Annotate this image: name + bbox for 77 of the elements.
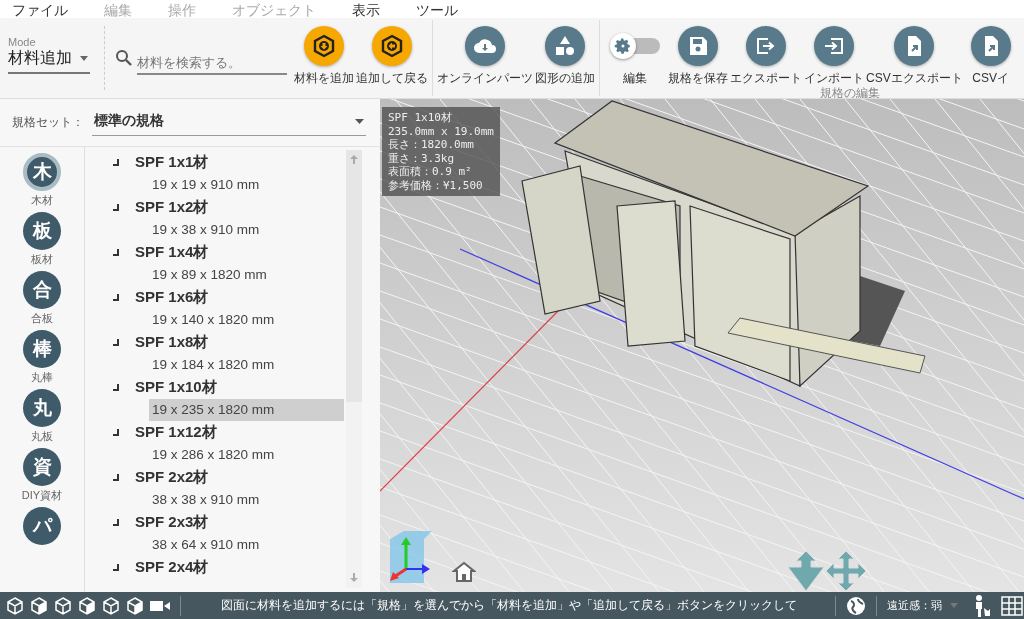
material-name: SPF 1x4材 [135, 243, 209, 262]
camera-icon[interactable] [150, 598, 170, 613]
corner-mark-icon [113, 384, 119, 391]
menu-item[interactable]: 表示 [352, 2, 380, 18]
material-name: SPF 1x12材 [135, 423, 217, 442]
material-size-item[interactable]: 38 x 64 x 910 mm [149, 534, 344, 556]
material-size-item[interactable]: 38 x 38 x 910 mm [149, 489, 344, 511]
info-line: 表面積：0.9 m² [388, 165, 473, 179]
info-line: SPF 1x10材 [388, 111, 453, 125]
corner-mark-icon [113, 159, 119, 166]
category-item[interactable]: パ [23, 507, 61, 545]
spec-set-select[interactable]: 標準の規格 [92, 109, 366, 136]
dropdown-caret-icon [355, 118, 364, 124]
info-line: 長さ：1820.0mm [388, 138, 475, 152]
perspective-select[interactable]: 遠近感：弱 [887, 598, 958, 613]
dropdown-caret-icon [950, 603, 958, 608]
dropdown-caret-icon [80, 56, 88, 61]
corner-mark-icon [113, 204, 119, 211]
material-name: SPF 1x10材 [135, 378, 217, 397]
spec-set-label: 規格セット： [12, 114, 84, 131]
view-cube-icon[interactable] [78, 596, 96, 615]
search-field[interactable]: 材料を検索する。 [137, 51, 287, 75]
material-name: SPF 1x2材 [135, 198, 209, 217]
material-name: SPF 1x8材 [135, 333, 209, 352]
scroll-up-icon [350, 155, 358, 164]
view-cube-icon[interactable] [102, 596, 120, 615]
info-line: 重さ：3.3kg [388, 151, 456, 165]
corner-mark-icon [113, 294, 119, 301]
scroll-down-icon [350, 573, 358, 582]
scrollbar[interactable] [346, 150, 362, 588]
corner-mark-icon [113, 474, 119, 481]
edit-toggle[interactable]: 編集 [603, 26, 667, 87]
toolbar-button[interactable]: 規格を保存 [667, 26, 729, 87]
grid-icon[interactable] [1000, 595, 1024, 616]
corner-mark-icon [113, 339, 119, 346]
toolbar-button[interactable]: エクスポート [729, 26, 803, 87]
corner-mark-icon [113, 519, 119, 526]
material-size-item[interactable]: 19 x 140 x 1820 mm [149, 309, 344, 331]
menu-item[interactable]: ファイル [12, 2, 68, 18]
toolbar-button[interactable]: 図形の追加 [534, 26, 596, 87]
search-icon [115, 49, 133, 67]
mode-select[interactable]: Mode 材料追加 [8, 36, 90, 74]
view-cube-icon[interactable] [6, 596, 24, 615]
material-size-item[interactable]: 19 x 235 x 1820 mm [149, 399, 344, 421]
view-cube-icon[interactable] [30, 596, 48, 615]
toolbar-button[interactable]: オンラインパーツ [436, 26, 534, 87]
material-size-item[interactable]: 19 x 38 x 910 mm [149, 219, 344, 241]
corner-mark-icon [113, 564, 119, 571]
toolbar-button[interactable]: CSVエクスポート [865, 26, 964, 87]
gear-icon [614, 37, 632, 55]
material-name: SPF 1x1材 [135, 153, 209, 172]
material-name: SPF 2x3材 [135, 513, 209, 532]
corner-mark-icon [113, 249, 119, 256]
toolbar-button[interactable]: インポート [803, 26, 865, 87]
menu-item[interactable]: ツール [416, 2, 458, 18]
material-size-item[interactable]: 19 x 89 x 1820 mm [149, 264, 344, 286]
info-line: 参考価格：¥1,500 [388, 178, 484, 192]
shapes-icon [553, 34, 577, 58]
material-name: SPF 2x2材 [135, 468, 209, 487]
corner-mark-icon [113, 429, 119, 436]
toolbar-button[interactable]: 追加して戻る [355, 26, 429, 87]
view-cube-icon[interactable] [54, 596, 72, 615]
material-size-item[interactable]: 19 x 184 x 1820 mm [149, 354, 344, 376]
material-name: SPF 2x4材 [135, 558, 209, 577]
status-message: 図面に材料を追加するには「規格」を選んでから「材料を追加」や「追加して戻る」ボタンをクリックして [221, 597, 798, 614]
view-cube-icon[interactable] [126, 596, 144, 615]
toolbar-button[interactable]: CSVイ [963, 26, 1018, 87]
hexagon-down-arrow-icon [312, 34, 336, 58]
globe-icon[interactable] [846, 595, 866, 616]
material-size-item[interactable]: 19 x 286 x 1820 mm [149, 444, 344, 466]
toolbar-button[interactable]: 材料を追加 [293, 26, 355, 87]
material-size-item[interactable]: 19 x 19 x 910 mm [149, 174, 344, 196]
info-line: 235.0mm x 19.0mm [388, 124, 494, 138]
material-name: SPF 1x6材 [135, 288, 209, 307]
group-caption: 規格の編集 [820, 86, 881, 98]
hexagon-left-arrow-icon [380, 34, 404, 58]
home-icon[interactable] [452, 561, 476, 583]
